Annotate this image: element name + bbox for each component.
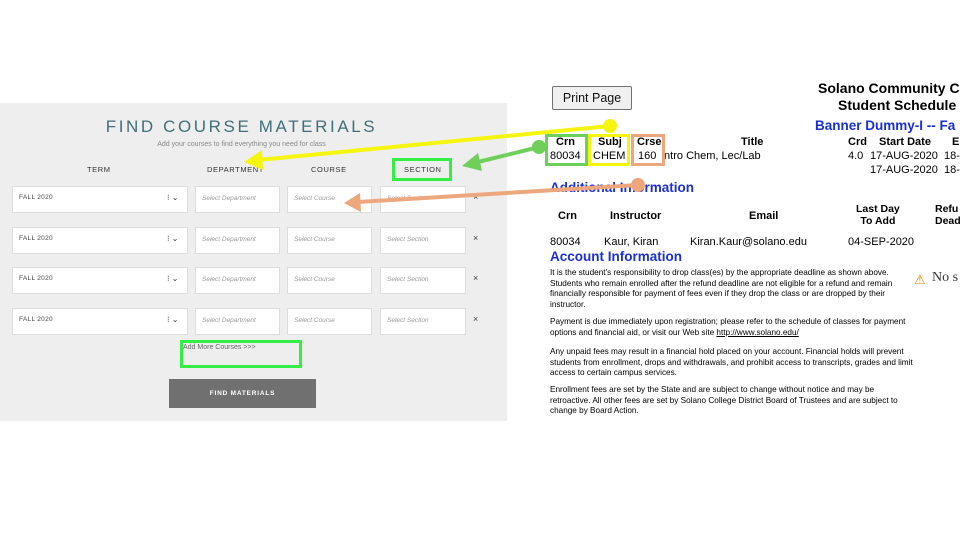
green-arrowhead — [462, 153, 482, 171]
annotation-arrows — [244, 119, 645, 212]
green-arrow-dot — [532, 140, 546, 154]
orange-arrow-line — [357, 183, 639, 204]
orange-arrow-dot — [631, 178, 645, 192]
yellow-arrowhead — [244, 150, 263, 170]
yellow-arrow-dot — [603, 119, 617, 133]
orange-arrowhead — [344, 193, 361, 212]
green-arrow-line — [477, 145, 540, 164]
yellow-arrow-line — [257, 124, 611, 162]
